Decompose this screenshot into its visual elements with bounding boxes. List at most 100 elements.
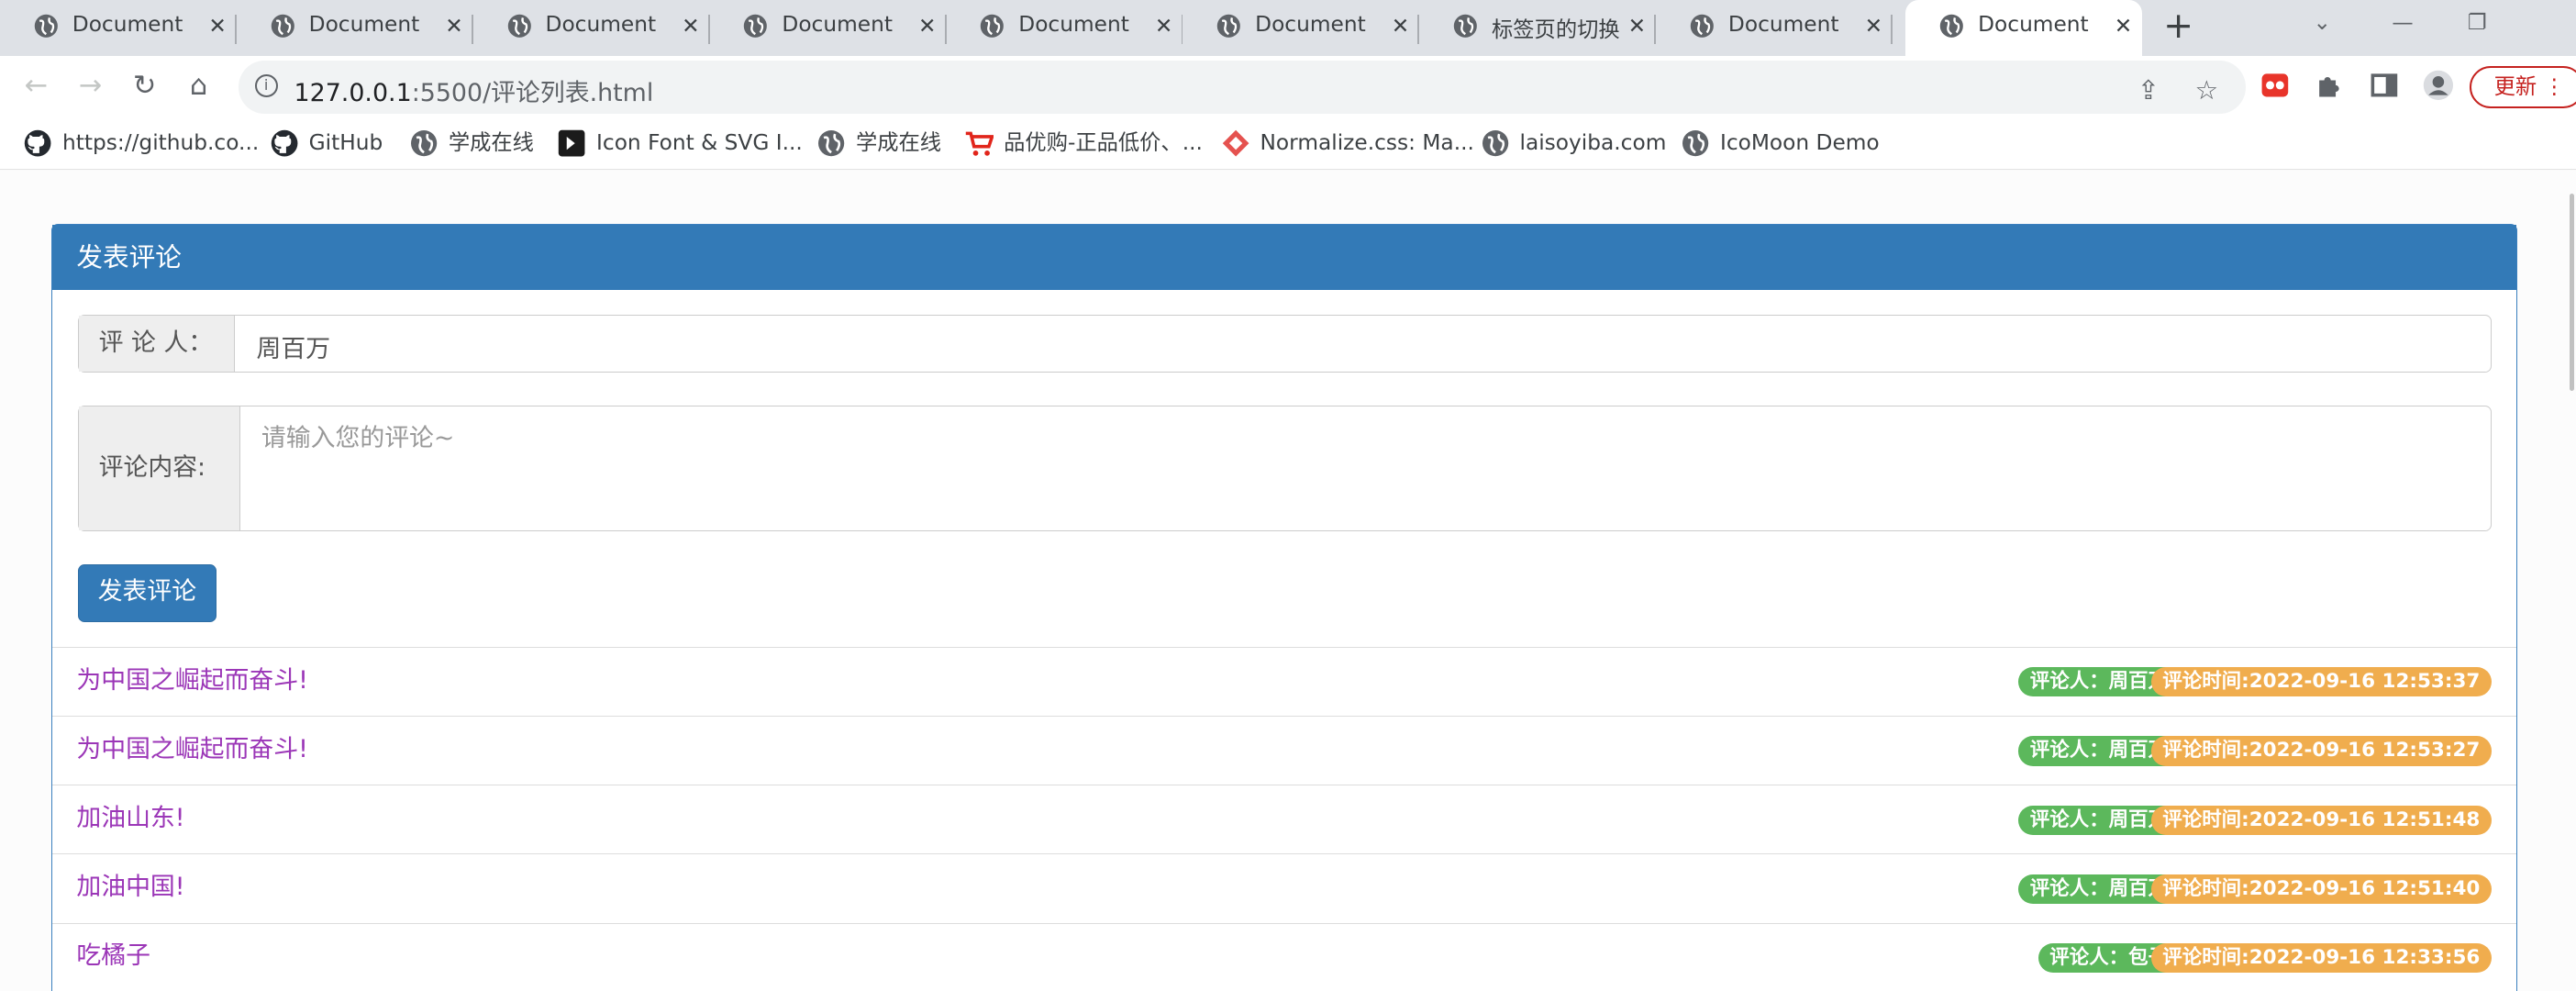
panel-title: 发表评论 [76,240,182,273]
tab-close-icon[interactable]: ✕ [1628,12,1647,41]
commenter-label: 评 论 人： [79,316,236,372]
page-viewport: 发表评论 评 论 人： 周百万 评论内容: 请输入您的评论~ 发表评论 为中国之… [0,171,2576,991]
address-bar[interactable]: i 127.0.0.1:5500/评论列表.html ⇪ ☆ [238,61,2247,114]
browser-tab[interactable]: Document ✕ [0,0,237,56]
url-host: 127.0.0.1 [294,78,412,107]
tab-close-icon[interactable]: ✕ [1392,12,1410,41]
globe-icon [1690,15,1714,39]
globe-icon [271,15,294,39]
tab-close-icon[interactable]: ✕ [445,12,463,41]
time-badge: 评论时间:2022-09-16 12:53:37 [2150,667,2492,697]
list-item: 加油山东! 评论人：周百万 评论时间:2022-09-16 12:51:48 [51,785,2516,853]
tab-title: Document [72,11,183,37]
comment-text: 加油中国! [76,873,185,902]
tab-title: Document [545,11,657,37]
content-input-group: 评论内容: 请输入您的评论~ [78,405,2492,532]
globe-icon [34,15,58,39]
browser-tab[interactable]: Document ✕ [473,0,710,56]
globe-icon [1682,129,1709,156]
comment-text: 吃橘子 [76,941,150,971]
bookmark-label: 品优购-正品低价、... [1004,129,1203,155]
comment-list: 为中国之崛起而奋斗! 评论人：周百万 评论时间:2022-09-16 12:53… [51,646,2516,991]
site-info-icon[interactable]: i [254,73,278,97]
update-label: 更新 [2493,73,2537,99]
iconfont-icon [558,129,585,157]
browser-tab[interactable]: Document ✕ [947,0,1183,56]
tab-close-icon[interactable]: ✕ [1865,12,1883,41]
list-item: 为中国之崛起而奋斗! 评论人：周百万 评论时间:2022-09-16 12:53… [51,646,2516,716]
tab-title: Document [1018,11,1129,37]
tab-search-icon[interactable]: ⌄ [2313,10,2331,35]
globe-icon [818,129,845,156]
tab-title: Document [1255,11,1366,37]
github-icon [271,129,298,157]
time-badge: 评论时间:2022-09-16 12:51:40 [2150,874,2492,905]
globe-icon [1939,15,1964,39]
bookmark-label: laisoyiba.com [1519,129,1667,155]
browser-tab[interactable]: Document ✕ [1656,0,1893,56]
extension-red-icon[interactable] [2259,69,2292,102]
new-tab-button[interactable]: + [2157,5,2200,48]
tab-close-icon[interactable]: ✕ [1155,12,1173,41]
update-button[interactable]: 更新 ⋮ [2469,65,2576,109]
sidepanel-icon[interactable] [2368,69,2401,102]
minimize-icon[interactable]: — [2392,10,2413,35]
comment-textarea[interactable]: 请输入您的评论~ [261,418,455,453]
panel-heading: 发表评论 [51,224,2516,291]
globe-icon [410,129,438,156]
list-item: 为中国之崛起而奋斗! 评论人：周百万 评论时间:2022-09-16 12:53… [51,715,2516,785]
tab-title: Document [1978,11,2089,37]
comment-text: 为中国之崛起而奋斗! [76,665,308,695]
restore-icon[interactable]: ❐ [2468,10,2487,35]
cart-icon [965,131,994,156]
tab-close-icon[interactable]: ✕ [682,12,700,41]
content-label: 评论内容: [79,406,240,531]
star-icon[interactable]: ☆ [2195,74,2219,106]
profile-avatar-icon[interactable] [2422,69,2455,102]
browser-tab[interactable]: Document ✕ [1183,0,1420,56]
list-item: 吃橘子 评论人：包子 评论时间:2022-09-16 12:33:56 [51,922,2516,991]
scrollbar-thumb[interactable] [2569,194,2575,392]
tab-title: Document [782,11,893,37]
tab-divider [1891,15,1893,45]
comment-text: 为中国之崛起而奋斗! [76,734,308,763]
browser-tab[interactable]: Document ✕ [237,0,473,56]
bookmark-label: 学成在线 [856,129,942,155]
tab-close-icon[interactable]: ✕ [2115,12,2133,41]
commenter-input[interactable]: 周百万 [257,328,331,364]
tab-strip: Document ✕ Document ✕ Document ✕ Documen… [0,0,2576,56]
share-icon[interactable]: ⇪ [2137,74,2160,106]
commenter-input-group: 评 论 人： 周百万 [78,315,2492,373]
normalize-icon [1222,129,1249,157]
comment-panel: 发表评论 评 论 人： 周百万 评论内容: 请输入您的评论~ 发表评论 为中国之… [50,223,2517,991]
tab-close-icon[interactable]: ✕ [918,12,937,41]
bookmark-label: GitHub [308,129,383,155]
comment-text: 加油山东! [76,804,185,833]
bookmark-label: https://github.co... [62,129,260,155]
globe-icon [507,15,531,39]
browser-tab-active[interactable]: Document ✕ [1905,0,2143,56]
home-icon[interactable]: ⌂ [179,67,218,106]
browser-toolbar: ← → ↻ ⌂ i 127.0.0.1:5500/评论列表.html ⇪ ☆ 更… [0,55,2576,118]
time-badge: 评论时间:2022-09-16 12:53:27 [2150,736,2492,766]
puzzle-icon[interactable] [2313,69,2346,102]
reload-icon[interactable]: ↻ [125,67,164,106]
globe-icon [1216,15,1241,39]
forward-icon[interactable]: → [71,67,110,106]
browser-tab[interactable]: 标签页的切换 ✕ [1419,0,1657,56]
bookmarks-bar: https://github.co... GitHub 学成在线 Icon Fo… [0,117,2576,171]
browser-tab[interactable]: Document ✕ [710,0,947,56]
bookmark-label: Normalize.css: Ma... [1260,129,1474,155]
back-icon[interactable]: ← [17,67,56,106]
submit-comment-button[interactable]: 发表评论 [78,564,217,622]
url-path: :5500/评论列表.html [411,78,654,107]
globe-icon [744,15,768,39]
globe-icon [981,15,1005,39]
globe-icon [1482,129,1508,156]
url-text[interactable]: 127.0.0.1:5500/评论列表.html [294,72,654,108]
bookmark-label: Icon Font & SVG I... [596,129,803,155]
time-badge: 评论时间:2022-09-16 12:33:56 [2150,943,2492,974]
bookmark-label: IcoMoon Demo [1719,129,1880,155]
tab-close-icon[interactable]: ✕ [208,12,227,41]
tab-title: Document [1727,11,1839,37]
